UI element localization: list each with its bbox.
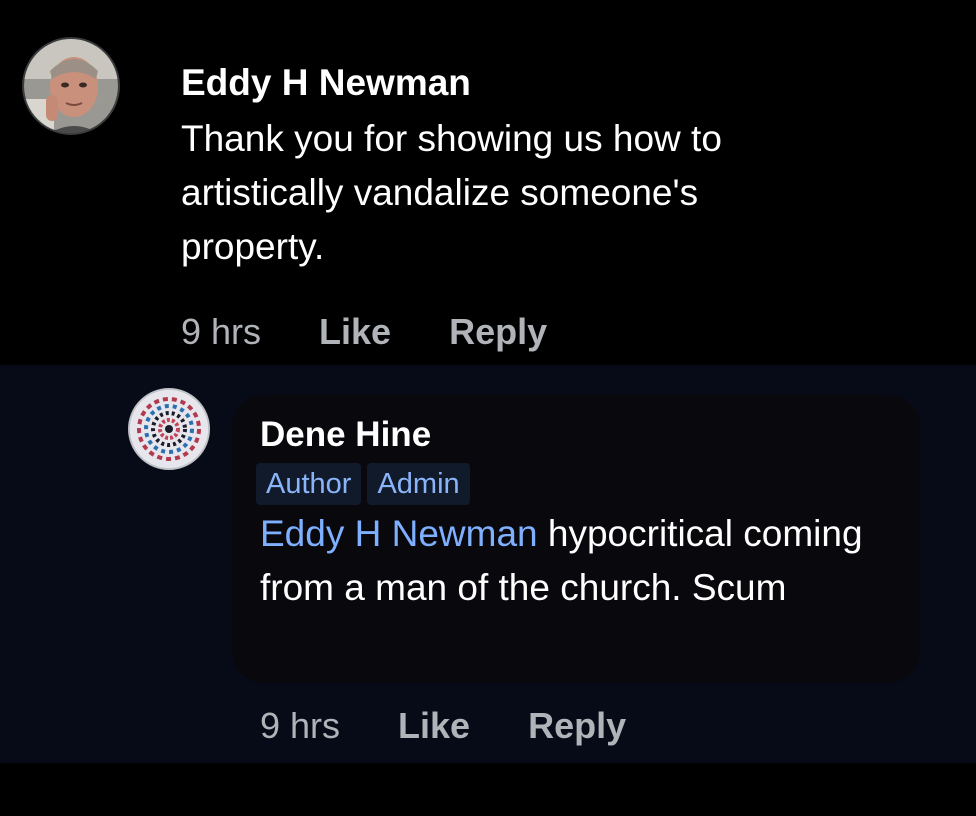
reply-actions: 9 hrs Like Reply xyxy=(260,703,684,749)
mention-link[interactable]: Eddy H Newman xyxy=(260,513,538,554)
role-badges: Author Admin xyxy=(256,463,470,505)
avatar-photo-icon xyxy=(24,39,118,133)
reply-button[interactable]: Reply xyxy=(449,311,547,353)
reply-author[interactable]: Dene Hine xyxy=(260,415,431,455)
reply-text: Eddy H Newman hypocritical coming from a… xyxy=(260,507,900,615)
admin-badge: Admin xyxy=(367,463,470,505)
reply-reply-button[interactable]: Reply xyxy=(528,705,626,747)
comment-actions: 9 hrs Like Reply xyxy=(181,309,605,355)
mandala-pattern-icon xyxy=(130,390,208,468)
avatar[interactable] xyxy=(22,37,120,135)
bottom-area xyxy=(0,763,976,816)
comment-timestamp[interactable]: 9 hrs xyxy=(181,311,261,353)
comment-item: Eddy H Newman Thank you for showing us h… xyxy=(0,0,976,365)
reply-item: Dene Hine Author Admin Eddy H Newman hyp… xyxy=(0,365,976,763)
reply-timestamp[interactable]: 9 hrs xyxy=(260,705,340,747)
reply-avatar[interactable] xyxy=(128,388,210,470)
comment-author[interactable]: Eddy H Newman xyxy=(181,62,471,104)
reply-bubble: Dene Hine Author Admin Eddy H Newman hyp… xyxy=(232,395,920,683)
author-badge: Author xyxy=(256,463,362,505)
reply-like-button[interactable]: Like xyxy=(398,705,470,747)
comment-thread: Eddy H Newman Thank you for showing us h… xyxy=(0,0,976,816)
comment-text: Thank you for showing us how to artistic… xyxy=(181,118,722,267)
like-button[interactable]: Like xyxy=(319,311,391,353)
